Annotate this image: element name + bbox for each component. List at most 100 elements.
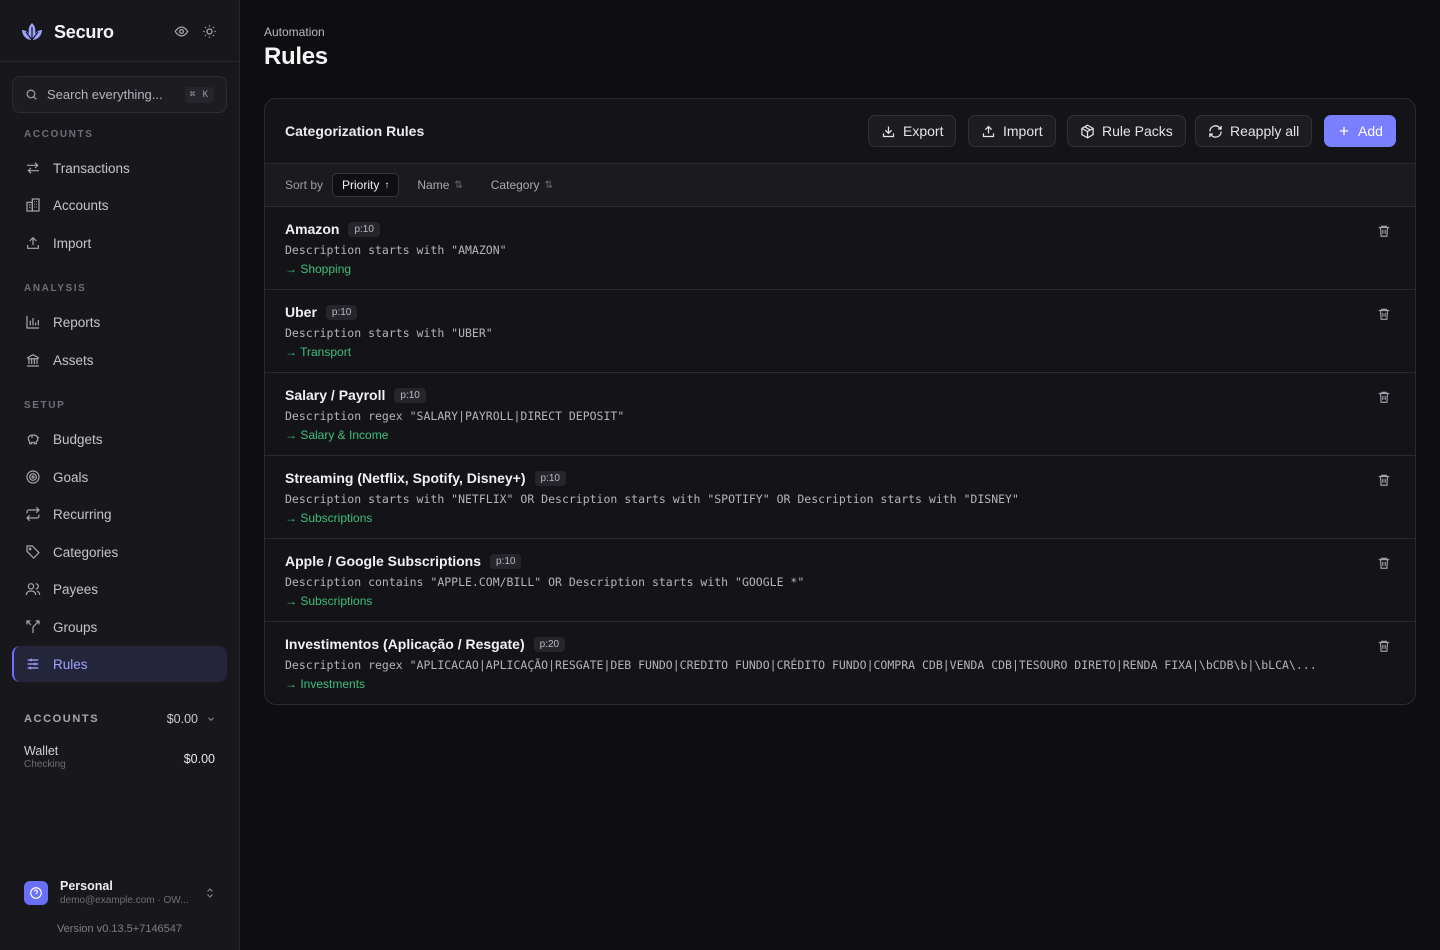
- sidebar-item-categories[interactable]: Categories: [12, 534, 227, 570]
- sidebar-item-budgets[interactable]: Budgets: [12, 421, 227, 457]
- tag-icon: [24, 544, 41, 561]
- sun-icon[interactable]: [200, 22, 218, 40]
- app-name: Securo: [54, 21, 114, 42]
- sidebar-item-accounts[interactable]: Accounts: [12, 187, 227, 223]
- section-label-setup: SETUP: [24, 400, 66, 411]
- rule-name: Apple / Google Subscriptions: [285, 553, 482, 569]
- sidebar-item-goals[interactable]: Goals: [12, 459, 227, 495]
- download-icon: [882, 126, 895, 137]
- sort-bar: Sort by Priority ↑ Name ⇅ Category ⇅: [265, 164, 1415, 207]
- add-label: Add: [1358, 123, 1383, 139]
- rules-card: Categorization Rules Export Import Rule …: [264, 98, 1416, 705]
- upload-icon: [982, 125, 995, 137]
- rule-name: Streaming (Netflix, Spotify, Disney+): [285, 470, 526, 486]
- priority-badge: p:10: [394, 387, 426, 403]
- rule-category: → Subscriptions: [285, 511, 373, 525]
- avatar: [24, 881, 48, 905]
- sidebar-item-groups[interactable]: Groups: [12, 609, 227, 645]
- rule-row[interactable]: Salary / Payroll p:10 Description regex "…: [265, 373, 1415, 456]
- rule-name: Uber: [285, 304, 317, 320]
- sidebar-item-rules[interactable]: Rules: [12, 646, 227, 682]
- add-rule-button[interactable]: Add: [1324, 115, 1396, 147]
- sort-arrows-icon: ⇅: [454, 179, 463, 191]
- arrows-left-right-icon: [24, 160, 41, 177]
- help-circle-icon: [30, 887, 42, 899]
- trash-icon[interactable]: [1377, 556, 1391, 570]
- sidebar-item-label: Goals: [53, 469, 89, 485]
- rule-category: → Investments: [285, 677, 366, 691]
- accounts-total: $0.00: [166, 712, 198, 726]
- rule-name: Salary / Payroll: [285, 387, 386, 403]
- rule-row[interactable]: Investimentos (Aplicação / Resgate) p:20 …: [265, 622, 1415, 704]
- eye-icon[interactable]: [172, 22, 190, 40]
- search-placeholder: Search everything...: [47, 87, 163, 102]
- trash-icon[interactable]: [1377, 639, 1391, 653]
- shortcut-badge: ⌘ K: [184, 86, 214, 103]
- search-input[interactable]: Search everything... ⌘ K: [12, 76, 227, 113]
- piggy-bank-icon: [24, 431, 41, 448]
- rule-category: → Shopping: [285, 262, 352, 276]
- trash-icon[interactable]: [1377, 473, 1391, 487]
- rule-condition: Description regex "APLICACAO|APLICAÇÃO|R…: [285, 658, 1317, 672]
- accounts-summary-label: ACCOUNTS: [24, 713, 100, 725]
- repeat-icon: [24, 506, 41, 523]
- bank-icon: [24, 352, 41, 369]
- sidebar-item-assets[interactable]: Assets: [12, 342, 227, 378]
- import-button[interactable]: Import: [968, 115, 1056, 147]
- account-balance: $0.00: [183, 752, 215, 766]
- sidebar-item-label: Groups: [53, 619, 98, 635]
- sidebar-item-recurring[interactable]: Recurring: [12, 496, 227, 532]
- profile-switcher[interactable]: Personal demo@example.com · OW...: [24, 878, 216, 910]
- rule-row[interactable]: Uber p:10 Description starts with "UBER" …: [265, 290, 1415, 373]
- trash-icon[interactable]: [1377, 224, 1391, 238]
- sort-option-label: Category: [490, 178, 540, 192]
- rule-category: → Subscriptions: [285, 594, 373, 608]
- rule-packs-button[interactable]: Rule Packs: [1067, 115, 1186, 147]
- sidebar: Securo Search everything... ⌘ K ACCOUNTS…: [0, 0, 240, 950]
- priority-badge: p:10: [325, 304, 358, 320]
- sidebar-item-reports[interactable]: Reports: [12, 304, 227, 340]
- reapply-all-button[interactable]: Reapply all: [1195, 115, 1313, 147]
- sidebar-item-label: Recurring: [53, 506, 112, 522]
- plus-icon: [1339, 126, 1349, 136]
- sliders-icon: [24, 656, 41, 673]
- import-label: Import: [1003, 123, 1043, 139]
- chevrons-up-down-icon: [207, 888, 213, 898]
- export-button[interactable]: Export: [868, 115, 957, 147]
- sidebar-item-label: Transactions: [53, 160, 130, 176]
- brand[interactable]: Securo: [20, 19, 114, 45]
- sidebar-item-transactions[interactable]: Transactions: [12, 150, 227, 186]
- section-label-accounts: ACCOUNTS: [24, 129, 94, 140]
- rule-condition: Description starts with "UBER": [285, 326, 493, 340]
- section-label-analysis: ANALYSIS: [24, 283, 87, 294]
- rule-condition: Description regex "SALARY|PAYROLL|DIRECT…: [285, 409, 625, 423]
- breadcrumb: Automation: [264, 25, 325, 39]
- sort-option-name[interactable]: Name ⇅: [408, 173, 471, 197]
- rule-packs-label: Rule Packs: [1102, 123, 1173, 139]
- target-icon: [24, 469, 41, 486]
- sidebar-item-label: Import: [53, 235, 92, 251]
- rule-name: Investimentos (Aplicação / Resgate): [285, 636, 525, 652]
- logo-icon: [22, 23, 42, 41]
- rule-row[interactable]: Streaming (Netflix, Spotify, Disney+) p:1…: [265, 456, 1415, 539]
- sort-option-category[interactable]: Category ⇅: [482, 173, 562, 197]
- sort-option-priority[interactable]: Priority ↑: [332, 173, 400, 197]
- trash-icon[interactable]: [1377, 307, 1391, 321]
- rule-row[interactable]: Amazon p:10 Description starts with "AMAZ…: [265, 207, 1415, 290]
- account-item-wallet[interactable]: Wallet Checking $0.00: [24, 744, 216, 770]
- priority-badge: p:10: [490, 553, 522, 569]
- rule-category: → Transport: [285, 345, 352, 359]
- rule-name: Amazon: [285, 221, 340, 237]
- sidebar-item-payees[interactable]: Payees: [12, 571, 227, 607]
- rule-row[interactable]: Apple / Google Subscriptions p:10 Descrip…: [265, 539, 1415, 622]
- sort-label: Sort by: [285, 178, 324, 192]
- accounts-summary[interactable]: ACCOUNTS $0.00: [24, 712, 216, 726]
- users-icon: [24, 581, 41, 598]
- rule-condition: Description starts with "AMAZON": [285, 243, 507, 257]
- sidebar-item-label: Budgets: [53, 431, 103, 447]
- sidebar-item-label: Rules: [53, 656, 88, 672]
- sidebar-item-import[interactable]: Import: [12, 225, 227, 261]
- trash-icon[interactable]: [1377, 390, 1391, 404]
- card-header: Categorization Rules Export Import Rule …: [265, 99, 1415, 164]
- upload-icon: [24, 235, 41, 252]
